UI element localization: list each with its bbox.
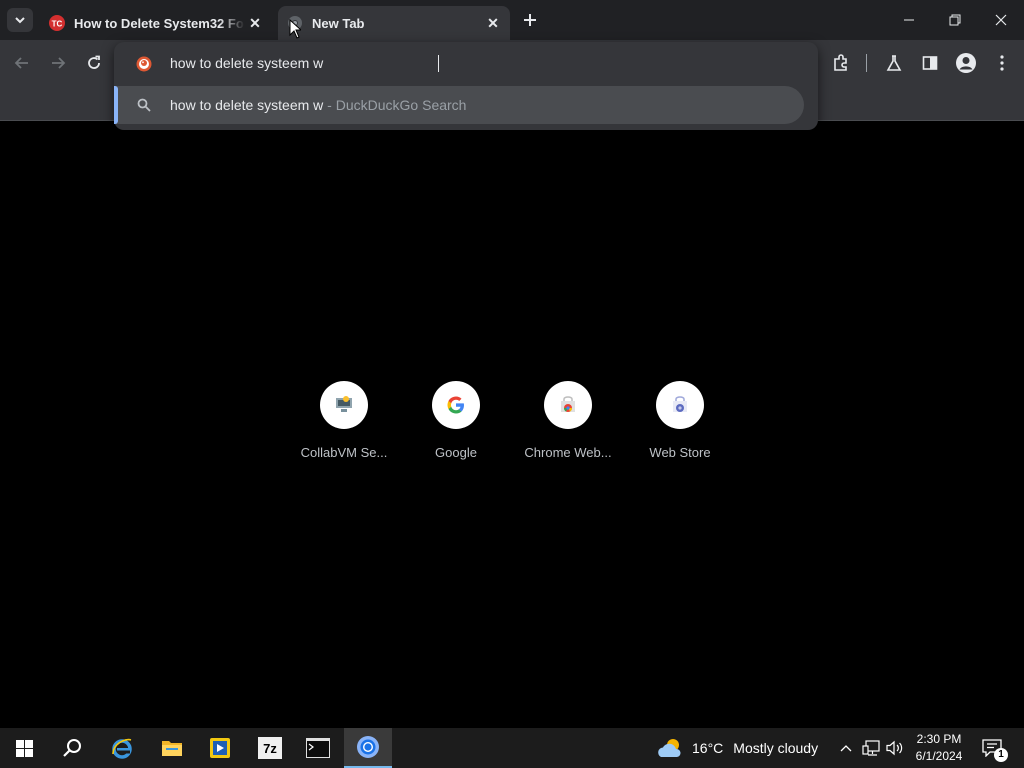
close-window-button[interactable] — [978, 0, 1024, 40]
menu-button[interactable] — [989, 50, 1015, 76]
more-vert-icon — [1000, 55, 1004, 71]
google-g-icon — [447, 396, 464, 414]
action-center-button[interactable]: 1 — [980, 736, 1008, 762]
arrow-right-icon — [52, 57, 66, 69]
folder-icon — [162, 741, 182, 756]
taskbar-chrome-button[interactable] — [344, 728, 392, 768]
duckduckgo-icon — [136, 56, 152, 72]
internet-explorer-icon — [112, 738, 132, 759]
taskbar-clock[interactable]: 2:30 PM 6/1/2024 — [906, 731, 972, 765]
restore-button[interactable] — [932, 0, 978, 40]
shortcut-label: Google — [435, 445, 477, 460]
taskbar-7zip-button[interactable]: 7z — [246, 728, 294, 768]
speaker-icon — [886, 740, 903, 756]
taskbar-terminal-button[interactable] — [294, 728, 342, 768]
tab-close-button[interactable]: ✕ — [245, 13, 265, 33]
start-button[interactable] — [0, 728, 48, 768]
omnibox-input[interactable] — [170, 51, 790, 75]
7zip-icon: 7z — [258, 737, 282, 759]
chrome-webstore-icon — [561, 396, 575, 412]
minimize-icon — [904, 19, 914, 21]
flask-icon — [886, 55, 902, 71]
suggestion-engine: DuckDuckGo Search — [335, 97, 467, 113]
reload-button[interactable] — [81, 50, 107, 76]
chevron-up-icon — [840, 745, 852, 752]
labs-button[interactable] — [881, 50, 907, 76]
back-button[interactable] — [9, 50, 35, 76]
network-icon — [862, 740, 880, 756]
avatar-icon — [956, 53, 976, 73]
tab-title: New Tab — [312, 15, 365, 31]
minimize-button[interactable] — [886, 0, 932, 40]
taskbar-search-button[interactable] — [48, 728, 96, 768]
search-icon — [63, 739, 81, 757]
tab-strip: TC How to Delete System32 Folder ✕ New T… — [0, 0, 1024, 40]
restore-icon — [949, 14, 961, 26]
tc-favicon-icon: TC — [49, 15, 65, 31]
weather-widget[interactable]: 16°C Mostly cloudy — [656, 728, 818, 768]
shortcut-icon-circle — [656, 381, 704, 429]
shortcut-label: Chrome Web... — [524, 445, 612, 460]
weather-condition: Mostly cloudy — [733, 740, 819, 756]
side-panel-button[interactable] — [917, 50, 943, 76]
shortcut-icon-circle — [320, 381, 368, 429]
tab-search-button[interactable] — [7, 8, 33, 32]
shortcut-icon-circle — [544, 381, 592, 429]
shortcut-chrome-webstore[interactable]: Chrome Web... — [512, 381, 624, 471]
new-tab-button[interactable] — [519, 9, 541, 31]
toolbar-divider — [866, 54, 867, 72]
search-icon — [137, 98, 151, 112]
shortcut-label: CollabVM Se... — [300, 445, 388, 460]
omnibox-popup: how to delete systeem w - DuckDuckGo Sea… — [114, 42, 818, 130]
taskbar-explorer-button[interactable] — [148, 728, 196, 768]
clock-time: 2:30 PM — [916, 732, 962, 746]
shortcut-google[interactable]: Google — [400, 381, 512, 471]
shortcut-icon-circle — [432, 381, 480, 429]
shortcut-collabvm[interactable]: CollabVM Se... — [288, 381, 400, 471]
webstore-icon — [673, 396, 687, 412]
reload-icon — [88, 55, 100, 69]
extensions-button[interactable] — [828, 50, 854, 76]
suggestion-separator: - — [323, 97, 336, 113]
svg-text:TC: TC — [52, 20, 63, 29]
suggestion-text: how to delete systeem w - DuckDuckGo Sea… — [170, 97, 466, 113]
tab-system32[interactable]: TC How to Delete System32 Folder ✕ — [40, 6, 272, 40]
side-panel-icon — [922, 56, 938, 70]
close-icon — [995, 14, 1007, 26]
text-cursor — [438, 55, 439, 72]
arrow-left-icon — [14, 57, 28, 69]
clock-date: 6/1/2024 — [915, 749, 963, 763]
omnibox-suggestion[interactable]: how to delete systeem w - DuckDuckGo Sea… — [114, 86, 804, 124]
show-hidden-icons-button[interactable] — [838, 739, 854, 757]
plus-icon — [524, 14, 536, 26]
weather-temp: 16°C — [692, 740, 724, 756]
windows-logo-icon — [15, 739, 33, 757]
terminal-icon — [306, 738, 330, 758]
taskbar: 7z 16°C Mostly cloudy 2:30 PM 6/1/2024 1 — [0, 728, 1024, 768]
forward-button[interactable] — [45, 50, 71, 76]
network-button[interactable] — [860, 739, 882, 757]
taskbar-edge-button[interactable] — [98, 728, 146, 768]
profile-button[interactable] — [953, 50, 979, 76]
tab-title: How to Delete System32 Folder — [74, 15, 245, 31]
tab-new-tab[interactable]: New Tab ✕ — [278, 6, 510, 40]
volume-button[interactable] — [885, 739, 905, 757]
mouse-cursor-icon — [289, 19, 301, 39]
collabvm-icon — [336, 396, 352, 412]
chevron-down-icon — [15, 17, 25, 24]
chrome-icon — [357, 736, 379, 758]
tab-close-button[interactable]: ✕ — [483, 13, 503, 33]
svg-text:7z: 7z — [263, 741, 277, 756]
omnibox[interactable] — [114, 42, 818, 84]
media-player-icon — [210, 738, 230, 758]
cloudy-weather-icon — [658, 739, 681, 757]
notification-badge: 1 — [994, 748, 1008, 762]
puzzle-icon — [834, 54, 847, 71]
shortcut-label: Web Store — [649, 445, 711, 460]
selection-indicator — [114, 86, 118, 124]
shortcut-web-store[interactable]: Web Store — [624, 381, 736, 471]
suggestion-query: how to delete systeem w — [170, 97, 324, 113]
taskbar-media-button[interactable] — [196, 728, 244, 768]
